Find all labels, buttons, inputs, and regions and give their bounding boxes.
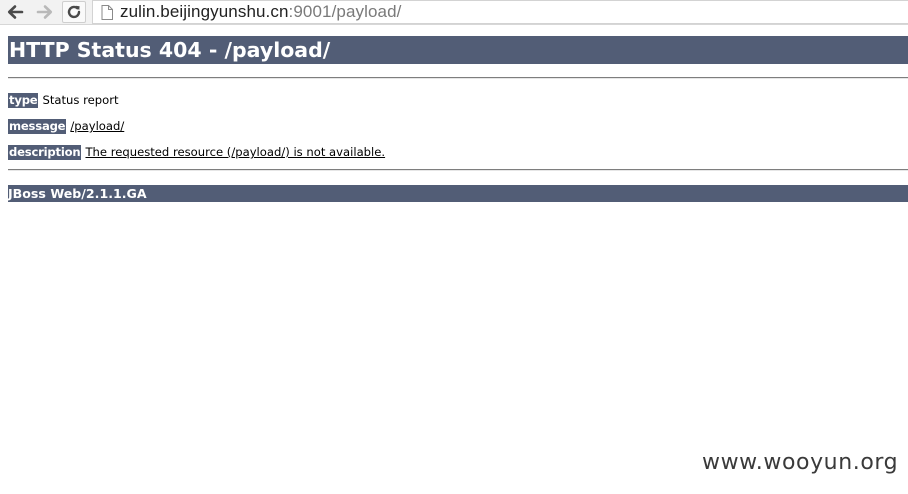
type-row: type Status report xyxy=(8,92,119,108)
browser-toolbar: zulin.beijingyunshu.cn:9001/payload/ xyxy=(0,0,908,25)
url-port-path: :9001/payload/ xyxy=(288,2,402,21)
server-info: JBoss Web/2.1.1.GA xyxy=(8,185,908,202)
url-text: zulin.beijingyunshu.cn:9001/payload/ xyxy=(120,2,401,22)
type-label: type xyxy=(8,92,39,108)
address-bar[interactable]: zulin.beijingyunshu.cn:9001/payload/ xyxy=(92,0,908,24)
description-label: description xyxy=(8,144,82,160)
divider xyxy=(8,77,908,79)
watermark: www.wooyun.org xyxy=(702,450,899,475)
reload-button[interactable] xyxy=(62,1,86,23)
forward-arrow-icon xyxy=(36,5,53,19)
message-label: message xyxy=(8,118,67,134)
back-arrow-icon xyxy=(7,5,24,19)
description-value: The requested resource (/payload/) is no… xyxy=(85,145,386,159)
message-row: message /payload/ xyxy=(8,118,124,134)
reload-icon xyxy=(67,5,81,19)
message-value: /payload/ xyxy=(70,119,125,133)
page-title: HTTP Status 404 - /payload/ xyxy=(8,36,908,64)
divider xyxy=(8,169,908,171)
forward-button[interactable] xyxy=(32,1,58,23)
page-icon xyxy=(101,4,113,20)
back-button[interactable] xyxy=(2,1,28,23)
description-row: description The requested resource (/pay… xyxy=(8,144,385,160)
type-value: Status report xyxy=(42,93,119,107)
url-host: zulin.beijingyunshu.cn xyxy=(120,2,289,21)
